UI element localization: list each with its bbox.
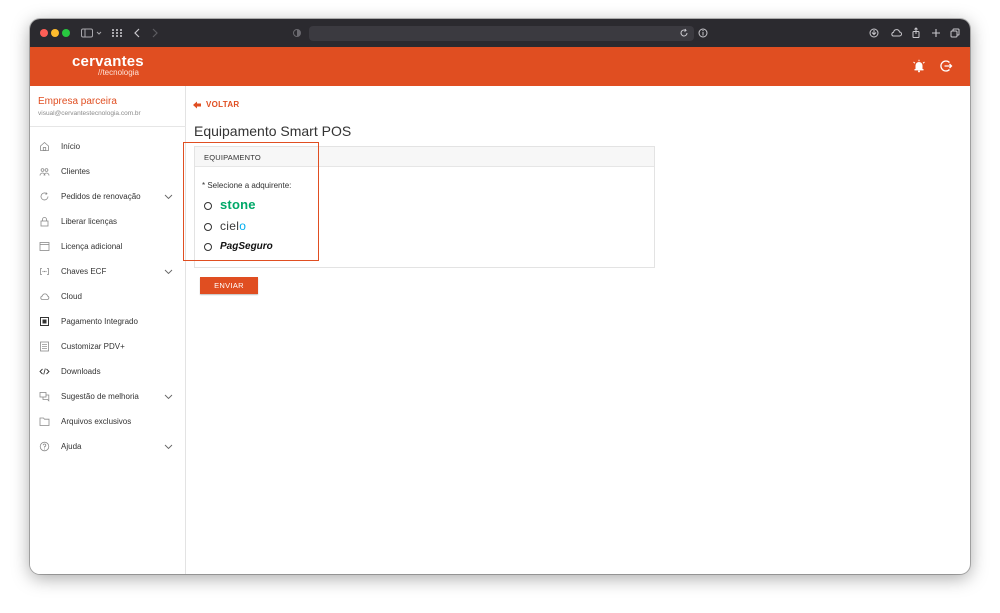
radio-stone[interactable] [204,202,212,210]
page-title: Equipamento Smart POS [194,123,352,139]
tab-overview-icon[interactable] [949,25,961,41]
sidebar-item-customizar-pdv[interactable]: Customizar PDV+ [30,335,186,360]
sidebar-item-cloud[interactable]: Cloud [30,285,186,310]
panel-header: EQUIPAMENTO [195,147,654,167]
logo-subtitle: //tecnologia [98,68,139,77]
alarm-bell-icon[interactable] [911,58,927,74]
privacy-shield-icon [293,29,301,37]
address-bar[interactable] [309,26,694,41]
app-header: cervantes //tecnologia [30,47,970,86]
sidebar-item-pagamento-integrado[interactable]: Pagamento Integrado [30,310,186,335]
key-code-icon [40,268,49,275]
zoom-window-button[interactable] [62,29,70,37]
cloud-icon [40,293,50,300]
acquirer-field-label: * Selecione a adquirente: [202,181,292,190]
sidebar-item-inicio[interactable]: Início [30,135,186,160]
sidebar-item-label: Clientes [61,167,90,176]
cervantes-logo[interactable]: cervantes //tecnologia [72,53,152,81]
sidebar: Empresa parceira visual@cervantestecnolo… [30,86,186,574]
pagseguro-logo: PagSeguro [220,241,273,252]
stone-logo: stone [220,197,256,212]
comments-icon [39,392,50,402]
sidebar-item-licenca-adicional[interactable]: Licença adicional [30,235,186,260]
sidebar-item-label: Ajuda [61,442,82,451]
new-tab-plus-icon[interactable] [930,25,942,41]
logout-icon[interactable] [938,58,954,74]
download-icon[interactable] [868,25,880,41]
close-window-button[interactable] [40,29,48,37]
chip-icon [40,317,49,326]
info-icon[interactable] [697,25,709,41]
radio-cielo[interactable] [204,223,212,231]
user-email: visual@cervantestecnologia.com.br [38,110,141,117]
sidebar-item-arquivos-exclusivos[interactable]: Arquivos exclusivos [30,410,186,435]
back-arrow-icon[interactable] [133,25,141,41]
sidebar-item-label: Arquivos exclusivos [61,417,132,426]
sidebar-toggle-icon[interactable] [80,25,94,41]
browser-toolbar [30,19,970,47]
panel-title: EQUIPAMENTO [204,153,261,162]
sidebar-item-ajuda[interactable]: Ajuda [30,435,186,460]
sidebar-item-clientes[interactable]: Clientes [30,160,186,185]
cielo-logo: cielo [220,219,246,233]
tab-overview-grid-icon[interactable] [111,25,123,41]
document-icon [40,341,49,352]
code-icon [39,368,50,375]
home-icon [40,141,49,151]
main-content: VOLTAR Equipamento Smart POS EQUIPAMENTO… [183,86,970,574]
sidebar-item-sugestao-de-melhoria[interactable]: Sugestão de melhoria [30,385,186,410]
cielo-wordmark: ciel [220,219,240,233]
acquirer-option-cielo[interactable]: cielo [204,219,324,235]
sidebar-divider [30,126,186,127]
forward-arrow-icon[interactable] [151,25,159,41]
sidebar-item-label: Liberar licenças [61,217,118,226]
sidebar-item-label: Início [61,142,81,151]
submit-button[interactable]: ENVIAR [200,277,258,294]
chevron-down-icon[interactable] [164,192,173,201]
sidebar-item-label: Pagamento Integrado [61,317,138,326]
acquirer-option-pagseguro[interactable]: PagSeguro [204,239,324,255]
back-label: VOLTAR [206,100,240,109]
lock-icon [40,217,49,227]
arrow-left-icon [193,101,201,109]
radio-pagseguro[interactable] [204,243,212,251]
refresh-icon [40,192,49,201]
help-icon [39,441,50,452]
sidebar-item-label: Pedidos de renovação [61,192,141,201]
chevron-down-icon[interactable] [96,25,102,41]
chevron-down-icon[interactable] [164,442,173,451]
sidebar-item-label: Sugestão de melhoria [61,392,139,401]
company-name: Empresa parceira [38,96,117,107]
icloud-icon[interactable] [889,25,903,41]
sidebar-item-label: Licença adicional [61,242,123,251]
users-icon [39,168,50,176]
sidebar-item-pedidos-de-renovacao[interactable]: Pedidos de renovação [30,185,186,210]
sidebar-item-liberar-licencas[interactable]: Liberar licenças [30,210,186,235]
sidebar-item-label: Downloads [61,367,101,376]
sidebar-item-chaves-ecf[interactable]: Chaves ECF [30,260,186,285]
acquirer-option-stone[interactable]: stone [204,198,324,214]
minimize-window-button[interactable] [51,29,59,37]
chevron-down-icon[interactable] [164,267,173,276]
folder-icon [39,417,50,426]
sidebar-item-downloads[interactable]: Downloads [30,360,186,385]
browser-window: cervantes //tecnologia Empresa parceira … [30,19,970,574]
share-icon[interactable] [910,25,922,41]
sidebar-item-label: Cloud [61,292,82,301]
cielo-wordmark-o: o [239,219,247,233]
chevron-down-icon[interactable] [164,392,173,401]
equipment-panel: EQUIPAMENTO * Selecione a adquirente: st… [194,146,655,268]
sidebar-item-label: Customizar PDV+ [61,342,125,351]
reload-icon[interactable] [678,25,690,41]
sidebar-item-label: Chaves ECF [61,267,107,276]
window-icon [39,242,50,251]
